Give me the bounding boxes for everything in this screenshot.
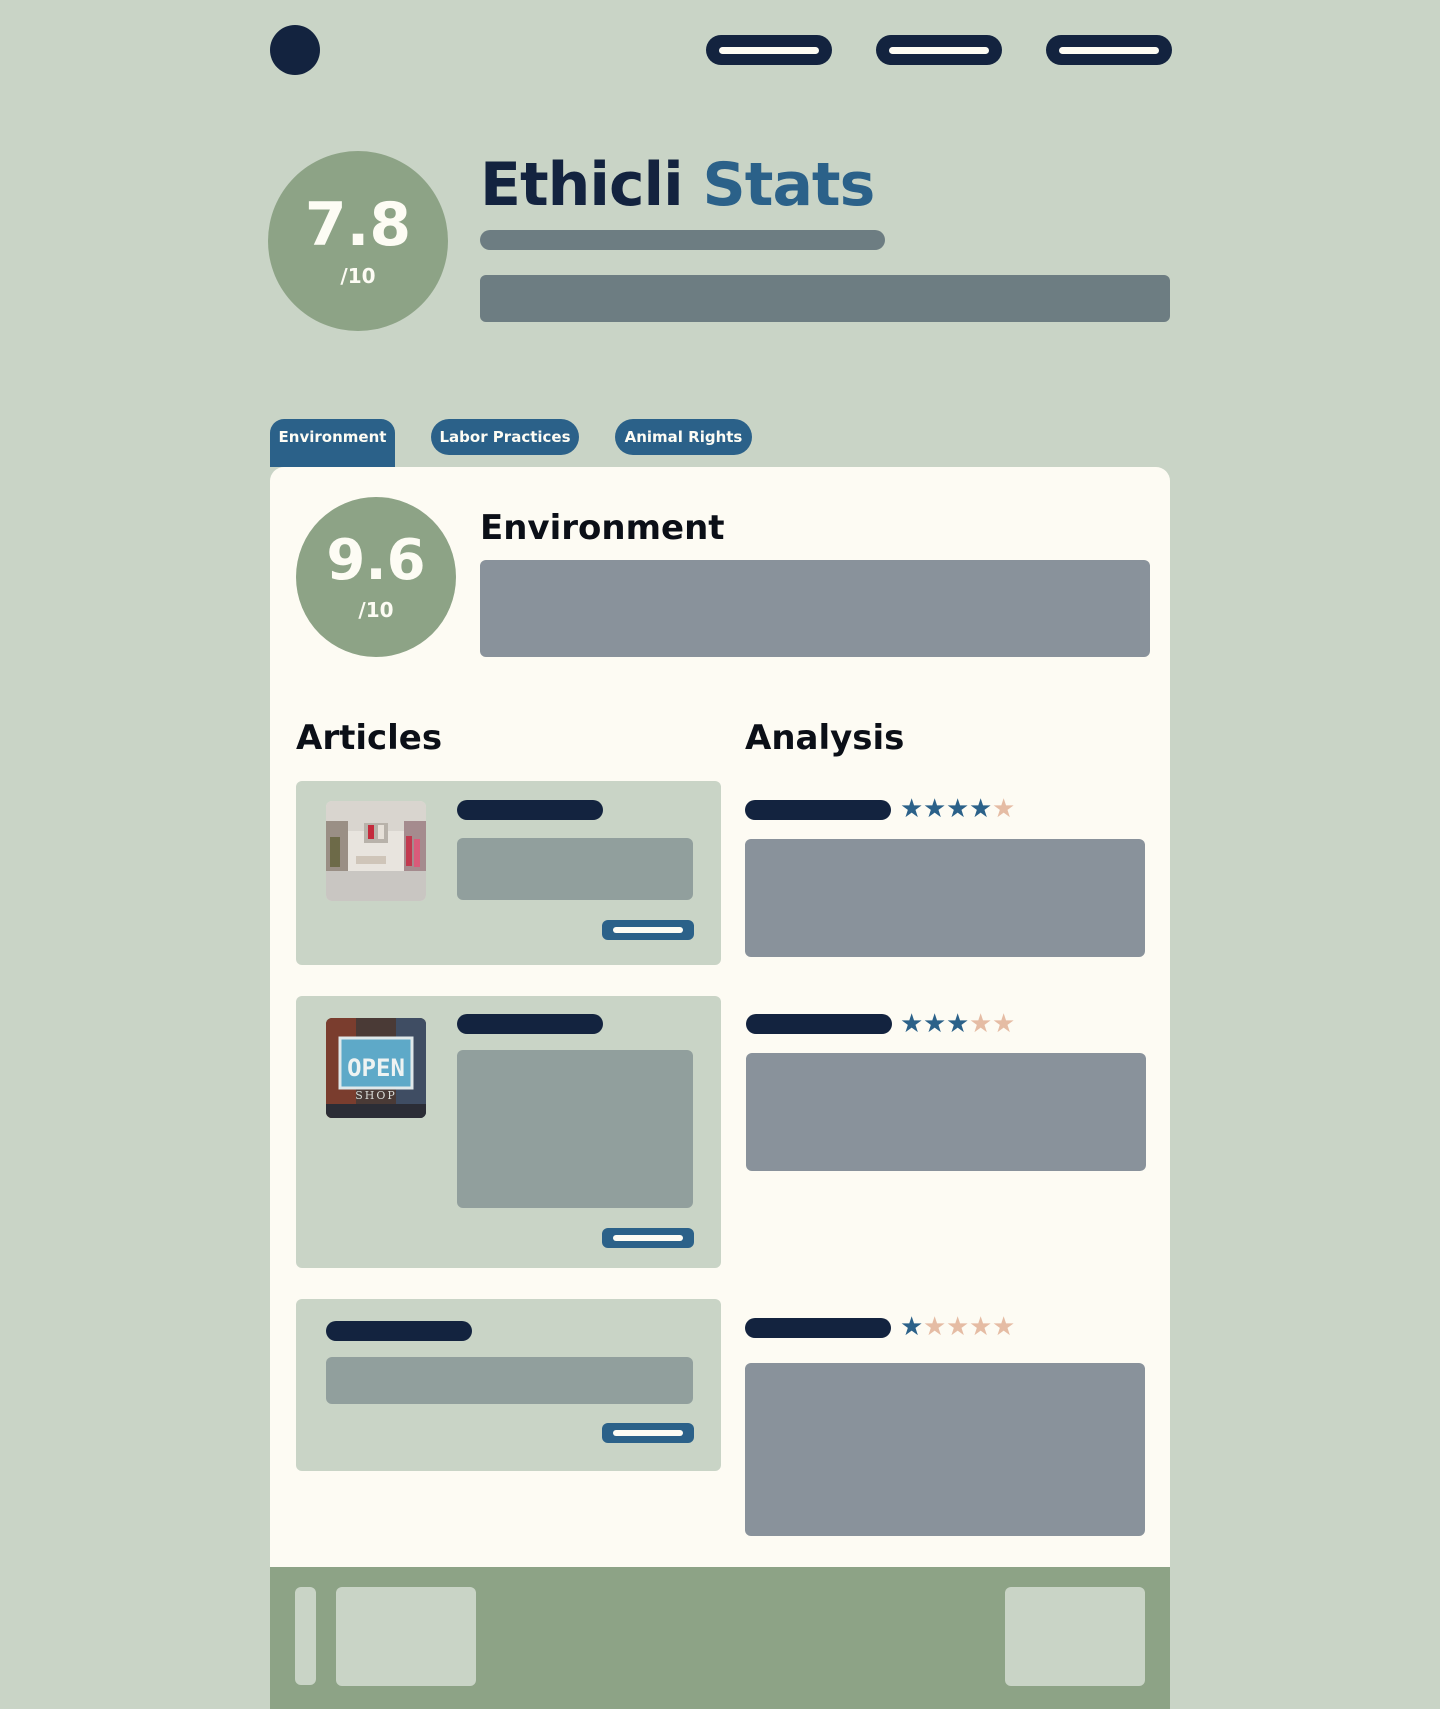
analysis-title-placeholder (745, 800, 891, 820)
subtitle-placeholder (480, 230, 885, 250)
star-filled-icon: ★ (946, 1009, 970, 1039)
category-score-value: 9.6 (326, 528, 426, 593)
footer-block-placeholder[interactable] (1005, 1587, 1145, 1686)
nav-link-1[interactable] (706, 35, 832, 65)
star-empty-icon: ★ (969, 1009, 993, 1039)
star-filled-icon: ★ (900, 1009, 924, 1039)
nav-link-placeholder (889, 46, 989, 54)
logo[interactable] (270, 25, 320, 75)
overall-score-value: 7.8 (304, 190, 412, 260)
article-body-placeholder (326, 1357, 693, 1404)
star-empty-icon: ★ (992, 794, 1016, 824)
category-title: Environment (480, 508, 725, 548)
article-title-placeholder (457, 1014, 603, 1034)
tab-animal-rights[interactable]: Animal Rights (615, 419, 752, 455)
read-more-button[interactable] (602, 1423, 694, 1443)
star-empty-icon: ★ (992, 1312, 1016, 1342)
analysis-heading: Analysis (745, 718, 905, 758)
page-title: Ethicli Stats (480, 150, 876, 220)
description-placeholder (480, 275, 1170, 322)
star-filled-icon: ★ (923, 794, 947, 824)
star-filled-icon: ★ (900, 794, 924, 824)
star-empty-icon: ★ (992, 1009, 1016, 1039)
nav-link-placeholder (1059, 46, 1159, 54)
read-more-button[interactable] (602, 920, 694, 940)
star-rating: ★ ★ ★ ★ ★ (900, 796, 1015, 822)
clothing-store-image (326, 801, 426, 901)
star-rating: ★ ★ ★ ★ ★ (900, 1314, 1015, 1340)
category-score-denominator: /10 (358, 598, 394, 622)
overall-score-denominator: /10 (340, 264, 376, 288)
category-score-badge: 9.6 /10 (296, 497, 456, 657)
tab-labor-practices[interactable]: Labor Practices (431, 419, 579, 455)
svg-text:OPEN: OPEN (347, 1054, 405, 1082)
read-more-button[interactable] (602, 1228, 694, 1248)
read-more-placeholder (613, 927, 683, 933)
star-empty-icon: ★ (946, 1312, 970, 1342)
analysis-title-placeholder (745, 1318, 891, 1338)
page-title-brand: Ethicli (480, 150, 684, 220)
article-body-placeholder (457, 1050, 693, 1208)
read-more-placeholder (613, 1235, 683, 1241)
star-filled-icon: ★ (946, 794, 970, 824)
nav-link-3[interactable] (1046, 35, 1172, 65)
analysis-body-placeholder (745, 1363, 1145, 1536)
star-empty-icon: ★ (923, 1312, 947, 1342)
analysis-body-placeholder (746, 1053, 1146, 1171)
open-shop-sign-image: OPEN SHOP (326, 1018, 426, 1118)
svg-text:SHOP: SHOP (355, 1089, 397, 1102)
article-title-placeholder (457, 800, 603, 820)
nav-link-2[interactable] (876, 35, 1002, 65)
footer-block-placeholder[interactable] (336, 1587, 476, 1686)
article-title-placeholder (326, 1321, 472, 1341)
star-filled-icon: ★ (900, 1312, 924, 1342)
category-description-placeholder (480, 560, 1150, 657)
page-title-accent: Stats (702, 150, 876, 220)
analysis-title-placeholder (746, 1014, 892, 1034)
articles-heading: Articles (296, 718, 443, 758)
analysis-body-placeholder (745, 839, 1145, 957)
star-filled-icon: ★ (923, 1009, 947, 1039)
article-body-placeholder (457, 838, 693, 900)
overall-score-badge: 7.8 /10 (268, 151, 448, 331)
footer-divider-placeholder (295, 1587, 316, 1685)
star-filled-icon: ★ (969, 794, 993, 824)
star-rating: ★ ★ ★ ★ ★ (900, 1011, 1015, 1037)
nav-link-placeholder (719, 46, 819, 54)
tab-environment[interactable]: Environment (270, 419, 395, 467)
star-empty-icon: ★ (969, 1312, 993, 1342)
read-more-placeholder (613, 1430, 683, 1436)
